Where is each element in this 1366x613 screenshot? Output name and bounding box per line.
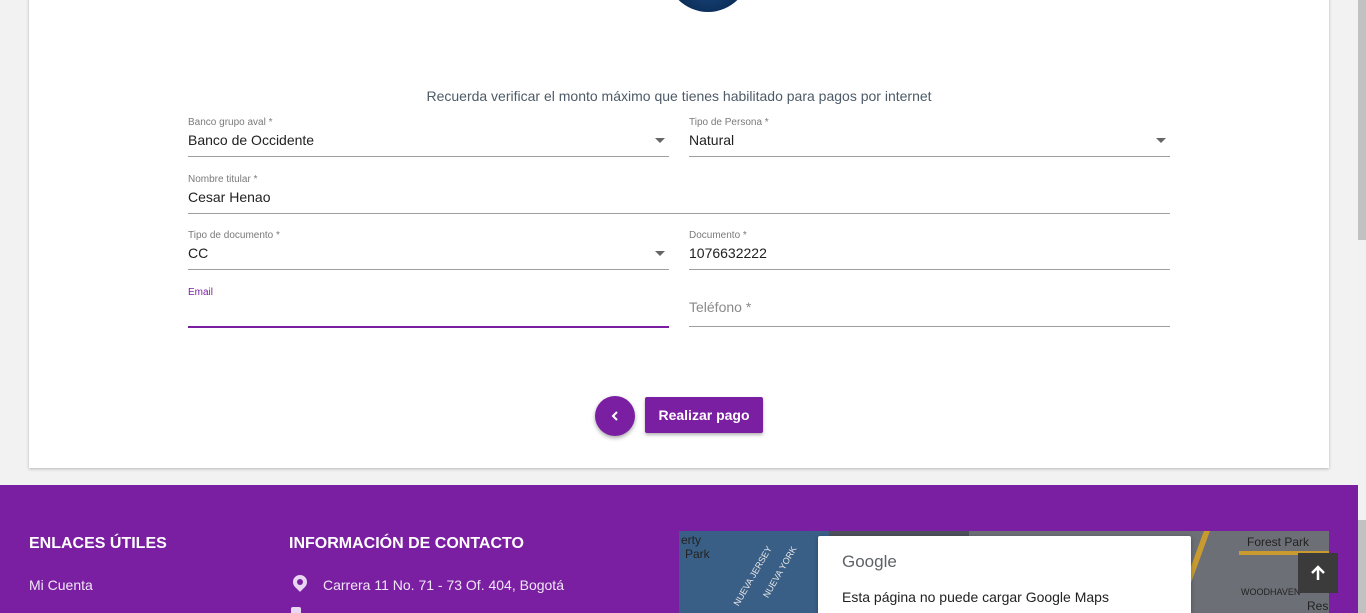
- chevron-left-icon: [611, 411, 618, 421]
- dropdown-arrow-icon: [655, 138, 665, 143]
- map-label-park: Park: [685, 547, 710, 561]
- document-label: Documento *: [689, 230, 747, 241]
- holder-name-value: Cesar Henao: [188, 189, 271, 205]
- email-field[interactable]: Email: [188, 287, 669, 328]
- scroll-to-top-button[interactable]: [1298, 553, 1338, 593]
- bank-label: Banco grupo aval *: [188, 117, 273, 128]
- document-field[interactable]: Documento * 1076632222: [689, 230, 1170, 270]
- person-type-value: Natural: [689, 132, 735, 148]
- page-scrollbar[interactable]: [1358, 0, 1366, 613]
- dropdown-arrow-icon: [1156, 138, 1166, 143]
- footer-link-my-account[interactable]: Mi Cuenta: [29, 577, 93, 593]
- dropdown-arrow-icon: [655, 251, 665, 256]
- doc-type-select[interactable]: Tipo de documento * CC: [188, 230, 669, 270]
- map-label-forest-park: Forest Park: [1247, 535, 1310, 549]
- bank-value: Banco de Occidente: [188, 132, 315, 148]
- email-value: [188, 300, 669, 320]
- google-logo: Google: [842, 552, 897, 571]
- person-type-select[interactable]: Tipo de Persona * Natural: [689, 117, 1170, 157]
- map-label-liberty: erty: [681, 533, 702, 547]
- arrow-up-icon: [1311, 565, 1325, 580]
- doc-type-label: Tipo de documento *: [188, 230, 280, 241]
- contact-address: Carrera 11 No. 71 - 73 Of. 404, Bogotá: [323, 577, 564, 593]
- phone-placeholder: Teléfono *: [689, 299, 752, 315]
- phone-icon: [291, 607, 301, 613]
- payment-notice: Recuerda verificar el monto máximo que t…: [426, 88, 932, 104]
- bank-select[interactable]: Banco grupo aval * Banco de Occidente: [188, 117, 669, 157]
- holder-name-label: Nombre titular *: [188, 174, 258, 185]
- location-pin-icon: [290, 572, 310, 592]
- doc-type-value: CC: [188, 245, 209, 261]
- email-label: Email: [188, 287, 214, 298]
- back-button[interactable]: [595, 396, 635, 436]
- scrollbar-thumb[interactable]: [1358, 0, 1366, 240]
- map-label-woodhaven: WOODHAVEN: [1241, 587, 1301, 597]
- bank-logo-avatar: [666, 0, 750, 12]
- links-title: ENLACES ÚTILES: [29, 535, 167, 552]
- map-label-res: Res: [1307, 599, 1329, 613]
- maps-error-message: Esta página no puede cargar Google Maps: [842, 589, 1109, 605]
- scrollbar-thumb-lower[interactable]: [1358, 520, 1366, 613]
- document-value: 1076632222: [689, 245, 767, 261]
- person-type-label: Tipo de Persona *: [689, 117, 769, 128]
- submit-payment-button[interactable]: Realizar pago: [645, 397, 763, 433]
- maps-error-dialog: Google Esta página no puede cargar Googl…: [818, 536, 1191, 613]
- phone-field[interactable]: Teléfono *: [689, 287, 1170, 327]
- holder-name-field[interactable]: Nombre titular * Cesar Henao: [188, 174, 1170, 214]
- contact-title: INFORMACIÓN DE CONTACTO: [289, 535, 524, 552]
